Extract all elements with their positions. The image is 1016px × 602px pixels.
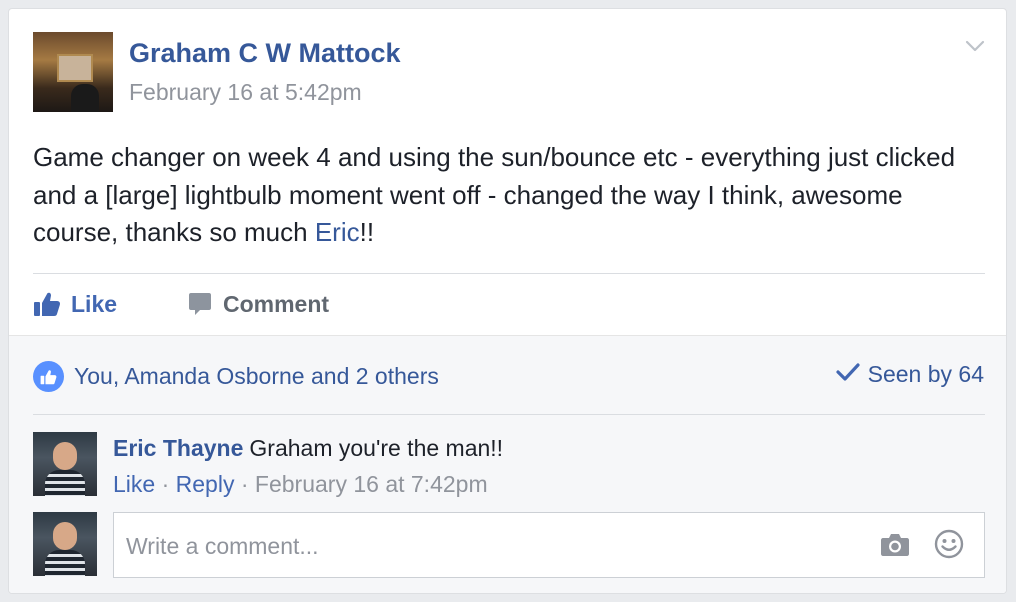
- meta-separator: ·: [155, 471, 176, 497]
- comment-timestamp[interactable]: February 16 at 7:42pm: [255, 471, 488, 497]
- seen-text: Seen by 64: [867, 361, 984, 387]
- comment-composer[interactable]: [113, 512, 985, 579]
- camera-icon[interactable]: [880, 531, 910, 562]
- commenter-avatar[interactable]: [33, 432, 97, 496]
- feedback-section: You, Amanda Osborne and 2 others Seen by…: [9, 335, 1006, 593]
- divider: [33, 273, 985, 274]
- chevron-down-icon[interactable]: [964, 35, 986, 57]
- post-text-end: !!: [359, 217, 375, 247]
- seen-by[interactable]: Seen by 64: [836, 361, 984, 388]
- comment-author[interactable]: Eric Thayne: [113, 435, 243, 461]
- comment-input[interactable]: [124, 513, 868, 579]
- divider: [33, 414, 985, 415]
- comment-label: Comment: [223, 290, 330, 317]
- checkmark-icon: [836, 361, 860, 388]
- poster-avatar[interactable]: [33, 32, 113, 112]
- smiley-icon[interactable]: [934, 529, 964, 564]
- post-body: Game changer on week 4 and using the sun…: [33, 139, 983, 252]
- mention-link[interactable]: Eric: [315, 217, 360, 247]
- comment-reply-link[interactable]: Reply: [176, 471, 235, 497]
- comment-bubble-icon: [187, 291, 213, 317]
- likes-text[interactable]: You, Amanda Osborne and 2 others: [74, 363, 439, 390]
- post-text: Game changer on week 4 and using the sun…: [33, 142, 956, 247]
- comment-button[interactable]: Comment: [187, 287, 329, 321]
- poster-name[interactable]: Graham C W Mattock: [129, 38, 401, 69]
- comment-meta: Like · Reply · February 16 at 7:42pm: [113, 471, 488, 498]
- like-badge-icon: [33, 361, 64, 392]
- post-card: Graham C W Mattock February 16 at 5:42pm…: [8, 8, 1007, 594]
- thumbs-up-icon: [33, 291, 61, 317]
- likes-summary[interactable]: You, Amanda Osborne and 2 others: [33, 361, 439, 392]
- meta-separator: ·: [234, 471, 255, 497]
- comment-text: Graham you're the man!!: [249, 435, 504, 461]
- like-label: Like: [71, 290, 118, 317]
- comment-like-link[interactable]: Like: [113, 471, 155, 497]
- comment-item: Eric Thayne Graham you're the man!!: [113, 435, 503, 462]
- post-timestamp[interactable]: February 16 at 5:42pm: [129, 79, 362, 106]
- current-user-avatar: [33, 512, 97, 576]
- like-button[interactable]: Like: [33, 287, 117, 321]
